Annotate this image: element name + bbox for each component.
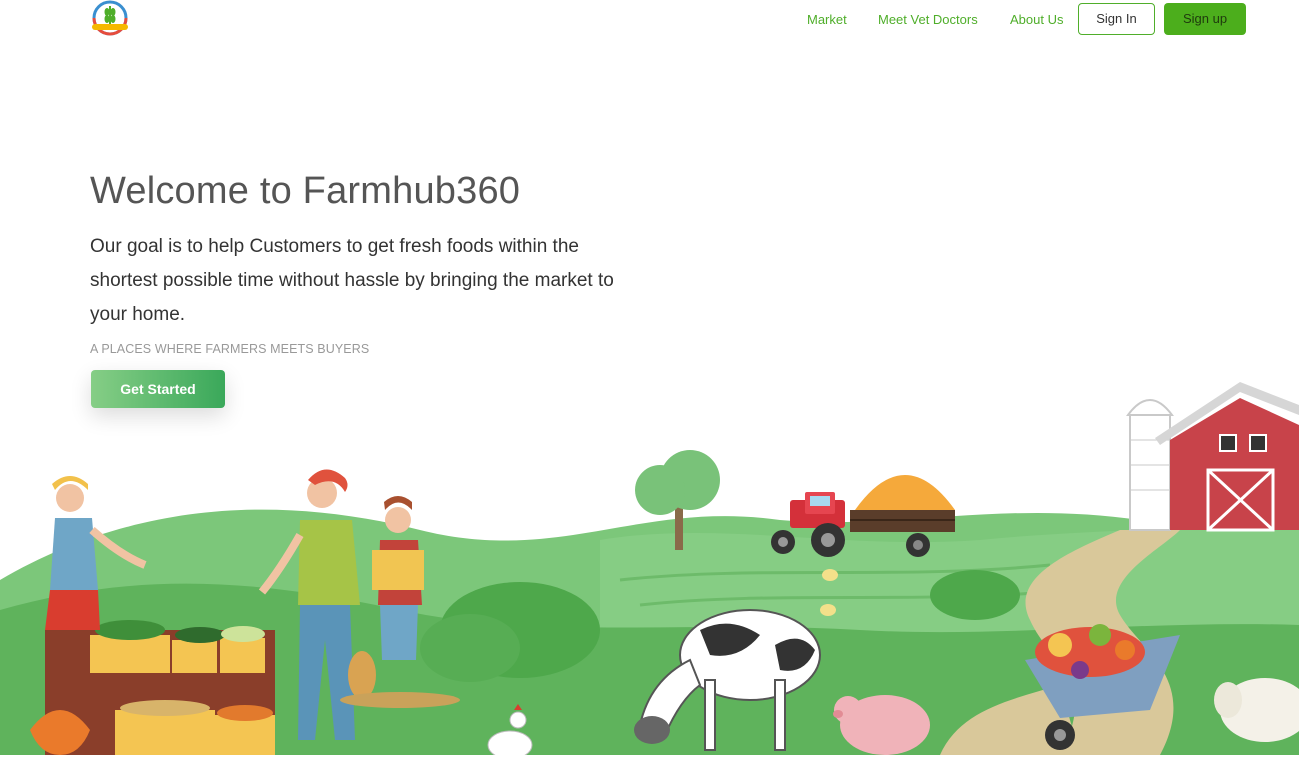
nav-link-market[interactable]: Market [807,12,847,27]
hay-cart [855,475,955,510]
hero-title: Welcome to Farmhub360 [90,170,521,212]
top-navbar: Market Meet Vet Doctors About Us Sign In… [0,0,1299,40]
chicken [487,730,533,760]
hero-description: Our goal is to help Customers to get fre… [90,236,614,325]
sign-up-button[interactable]: Sign up [1164,3,1246,35]
hero-tagline: A PLACES WHERE FARMERS MEETS BUYERS [90,342,370,356]
sign-in-button[interactable]: Sign In [1078,3,1155,35]
nav-link-meet-vet-doctors[interactable]: Meet Vet Doctors [878,12,978,27]
vendor-woman [56,484,84,512]
farmhub-logo-icon[interactable] [90,0,132,38]
farm-market-illustration [0,380,1299,760]
chick [822,569,838,581]
nav-link-about-us[interactable]: About Us [1010,12,1063,27]
girl-with-bag [385,507,411,533]
